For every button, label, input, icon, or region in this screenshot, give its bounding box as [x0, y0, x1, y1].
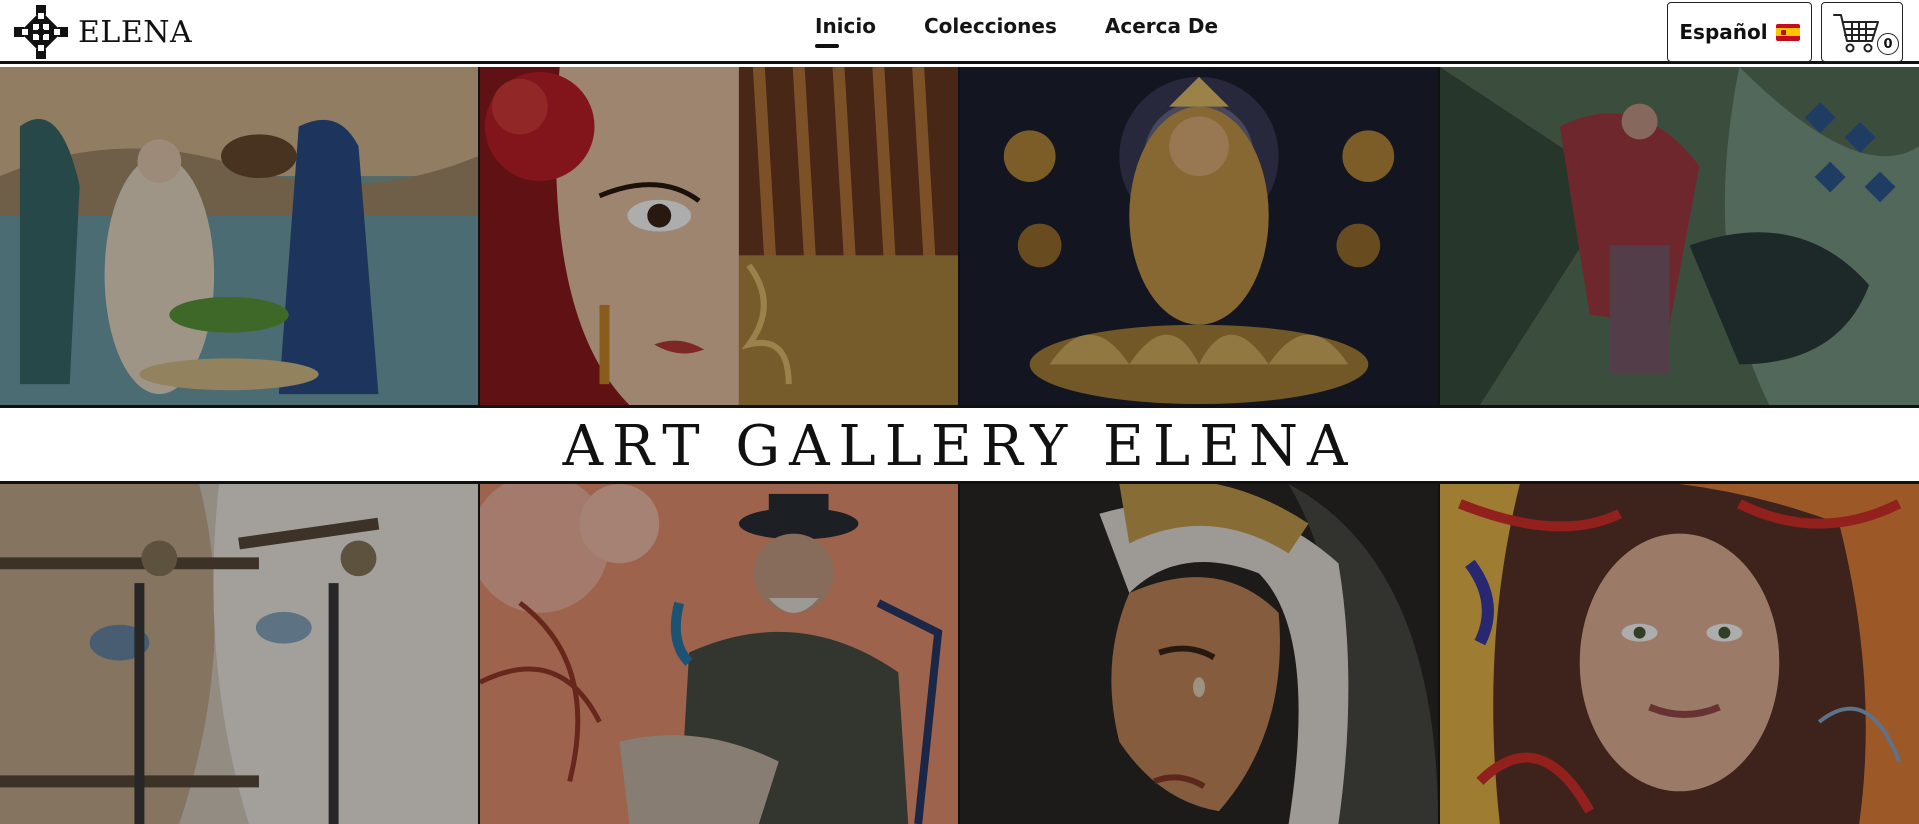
spain-flag-icon [1775, 23, 1800, 41]
ornament-cross-icon [14, 5, 68, 59]
brand-name: ELENA [78, 14, 193, 50]
gallery-bottom-row [0, 481, 1919, 824]
cart-count-badge: 0 [1877, 33, 1899, 55]
language-label: Español [1679, 20, 1768, 44]
shopping-cart-icon [1833, 14, 1879, 53]
brand-logo[interactable]: ELENA [12, 4, 192, 60]
artwork-colorful-woman-portrait[interactable] [1440, 484, 1919, 824]
artwork-man-in-hat[interactable] [480, 484, 960, 824]
artwork-woman-with-peacocks[interactable] [0, 67, 480, 405]
artwork-lakshmi[interactable] [960, 67, 1440, 405]
page-title: ART GALLERY ELENA [562, 413, 1357, 479]
nav-item-colecciones[interactable]: Colecciones [924, 14, 1057, 38]
artwork-bullfighter[interactable] [1440, 67, 1919, 405]
artwork-woman-with-fan[interactable] [480, 67, 960, 405]
nav-item-acerca-de[interactable]: Acerca De [1105, 14, 1218, 38]
language-selector-button[interactable]: Español [1667, 2, 1812, 62]
main-nav: Inicio Colecciones Acerca De [815, 14, 1218, 48]
artwork-virgin-in-tears[interactable] [960, 484, 1440, 824]
artwork-horses[interactable] [0, 484, 480, 824]
site-header: ELENA Inicio Colecciones Acerca De Españ… [0, 0, 1919, 64]
gallery-top-row [0, 67, 1919, 408]
cart-button[interactable]: 0 [1821, 2, 1903, 62]
hero-title-band: ART GALLERY ELENA [0, 411, 1919, 481]
nav-item-inicio[interactable]: Inicio [815, 14, 876, 48]
